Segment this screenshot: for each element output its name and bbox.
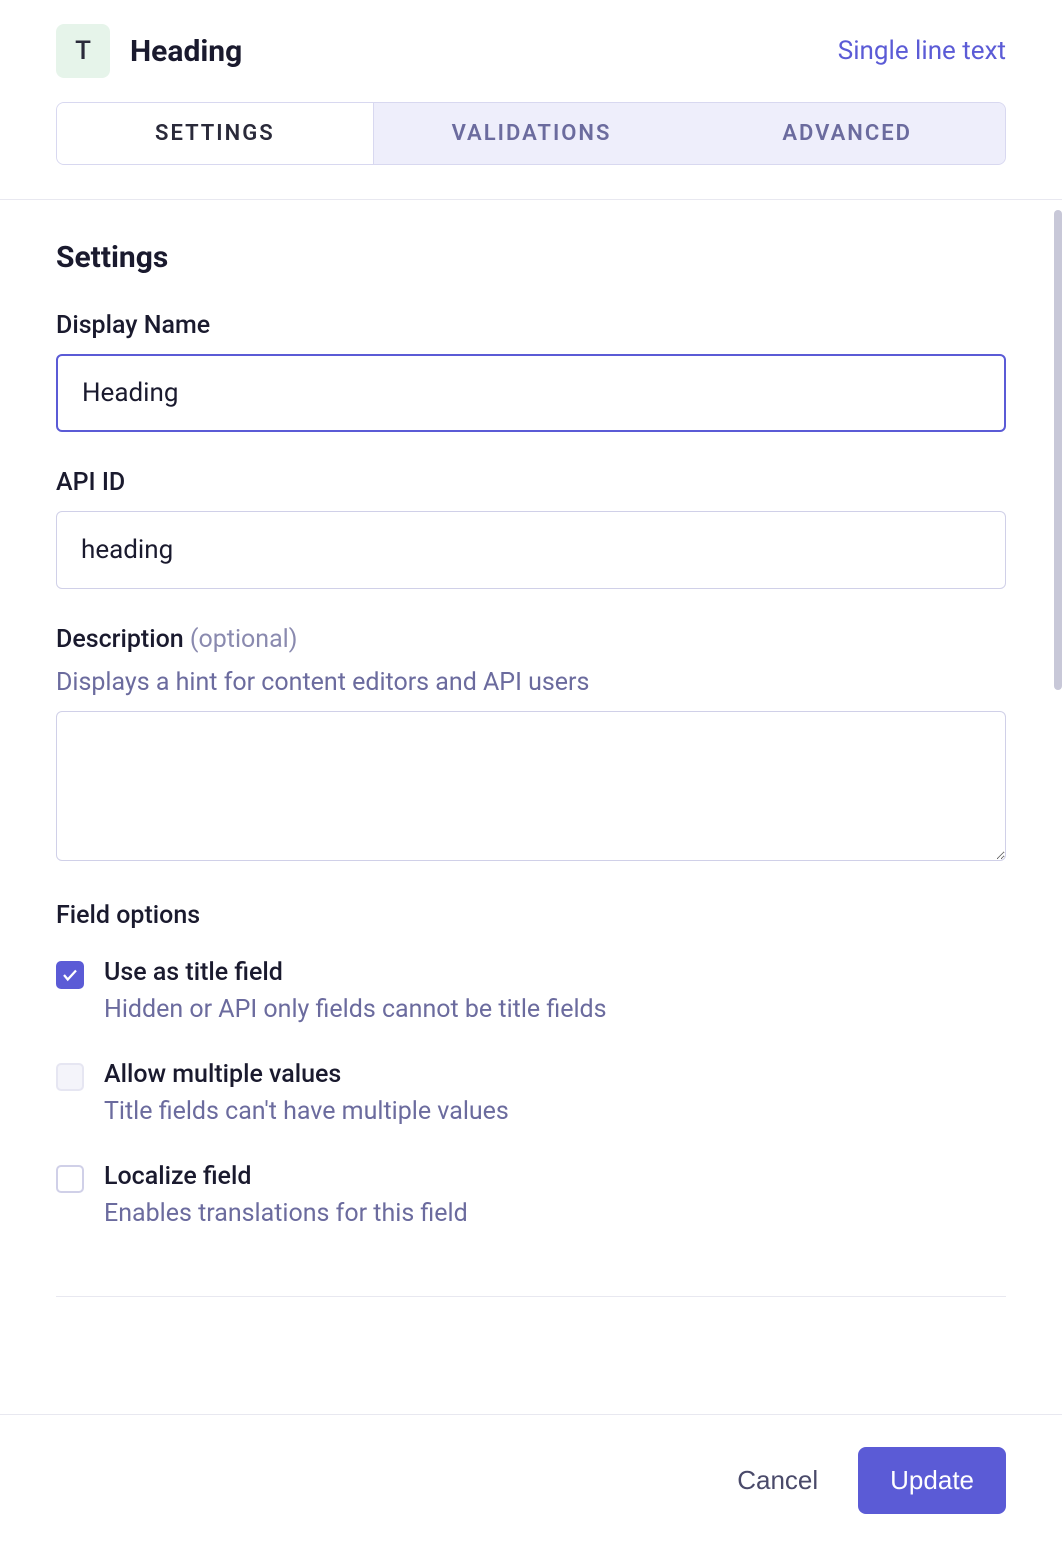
- description-label-text: Description: [56, 625, 184, 654]
- icon-letter: T: [75, 36, 91, 66]
- update-button[interactable]: Update: [858, 1447, 1006, 1514]
- localize-field-checkbox[interactable]: [56, 1165, 84, 1193]
- option-localize-field: Localize field Enables translations for …: [56, 1162, 1006, 1228]
- title-field-checkbox[interactable]: [56, 961, 84, 989]
- display-name-group: Display Name: [56, 311, 1006, 432]
- title-field-label: Use as title field: [104, 958, 1006, 987]
- display-name-input[interactable]: [56, 354, 1006, 432]
- field-type-label: Single line text: [838, 36, 1006, 66]
- field-title: Heading: [130, 34, 242, 69]
- api-id-label: API ID: [56, 468, 1006, 497]
- check-icon: [61, 966, 79, 984]
- localize-field-hint: Enables translations for this field: [104, 1199, 1006, 1228]
- multiple-values-hint: Title fields can't have multiple values: [104, 1097, 1006, 1126]
- cancel-button[interactable]: Cancel: [733, 1457, 822, 1504]
- section-title: Settings: [56, 240, 1006, 275]
- header-left: T Heading: [56, 24, 242, 78]
- tab-settings[interactable]: Settings: [57, 103, 374, 164]
- field-options-title: Field options: [56, 901, 1006, 930]
- footer-actions: Cancel Update: [0, 1415, 1062, 1546]
- footer: Cancel Update: [0, 1414, 1062, 1546]
- option-multiple-values: Allow multiple values Title fields can't…: [56, 1060, 1006, 1126]
- content-area: Settings Display Name API ID Description…: [0, 200, 1062, 1264]
- description-hint: Displays a hint for content editors and …: [56, 668, 1006, 697]
- description-label: Description (optional): [56, 625, 1006, 654]
- scrollbar[interactable]: [1054, 210, 1062, 690]
- multiple-values-checkbox: [56, 1063, 84, 1091]
- api-id-group: API ID: [56, 468, 1006, 589]
- multiple-values-label: Allow multiple values: [104, 1060, 1006, 1089]
- option-title-field: Use as title field Hidden or API only fi…: [56, 958, 1006, 1024]
- localize-field-content: Localize field Enables translations for …: [104, 1162, 1006, 1228]
- title-field-hint: Hidden or API only fields cannot be titl…: [104, 995, 1006, 1024]
- description-group: Description (optional) Displays a hint f…: [56, 625, 1006, 865]
- tab-validations[interactable]: Validations: [374, 103, 690, 164]
- content-bottom-divider: [56, 1296, 1006, 1297]
- localize-field-label: Localize field: [104, 1162, 1006, 1191]
- description-optional: (optional): [190, 625, 298, 654]
- display-name-label: Display Name: [56, 311, 1006, 340]
- title-field-content: Use as title field Hidden or API only fi…: [104, 958, 1006, 1024]
- tab-advanced[interactable]: Advanced: [689, 103, 1005, 164]
- description-input[interactable]: [56, 711, 1006, 861]
- multiple-values-content: Allow multiple values Title fields can't…: [104, 1060, 1006, 1126]
- header: T Heading Single line text: [0, 0, 1062, 102]
- tabs: Settings Validations Advanced: [56, 102, 1006, 165]
- text-field-icon: T: [56, 24, 110, 78]
- api-id-input[interactable]: [56, 511, 1006, 589]
